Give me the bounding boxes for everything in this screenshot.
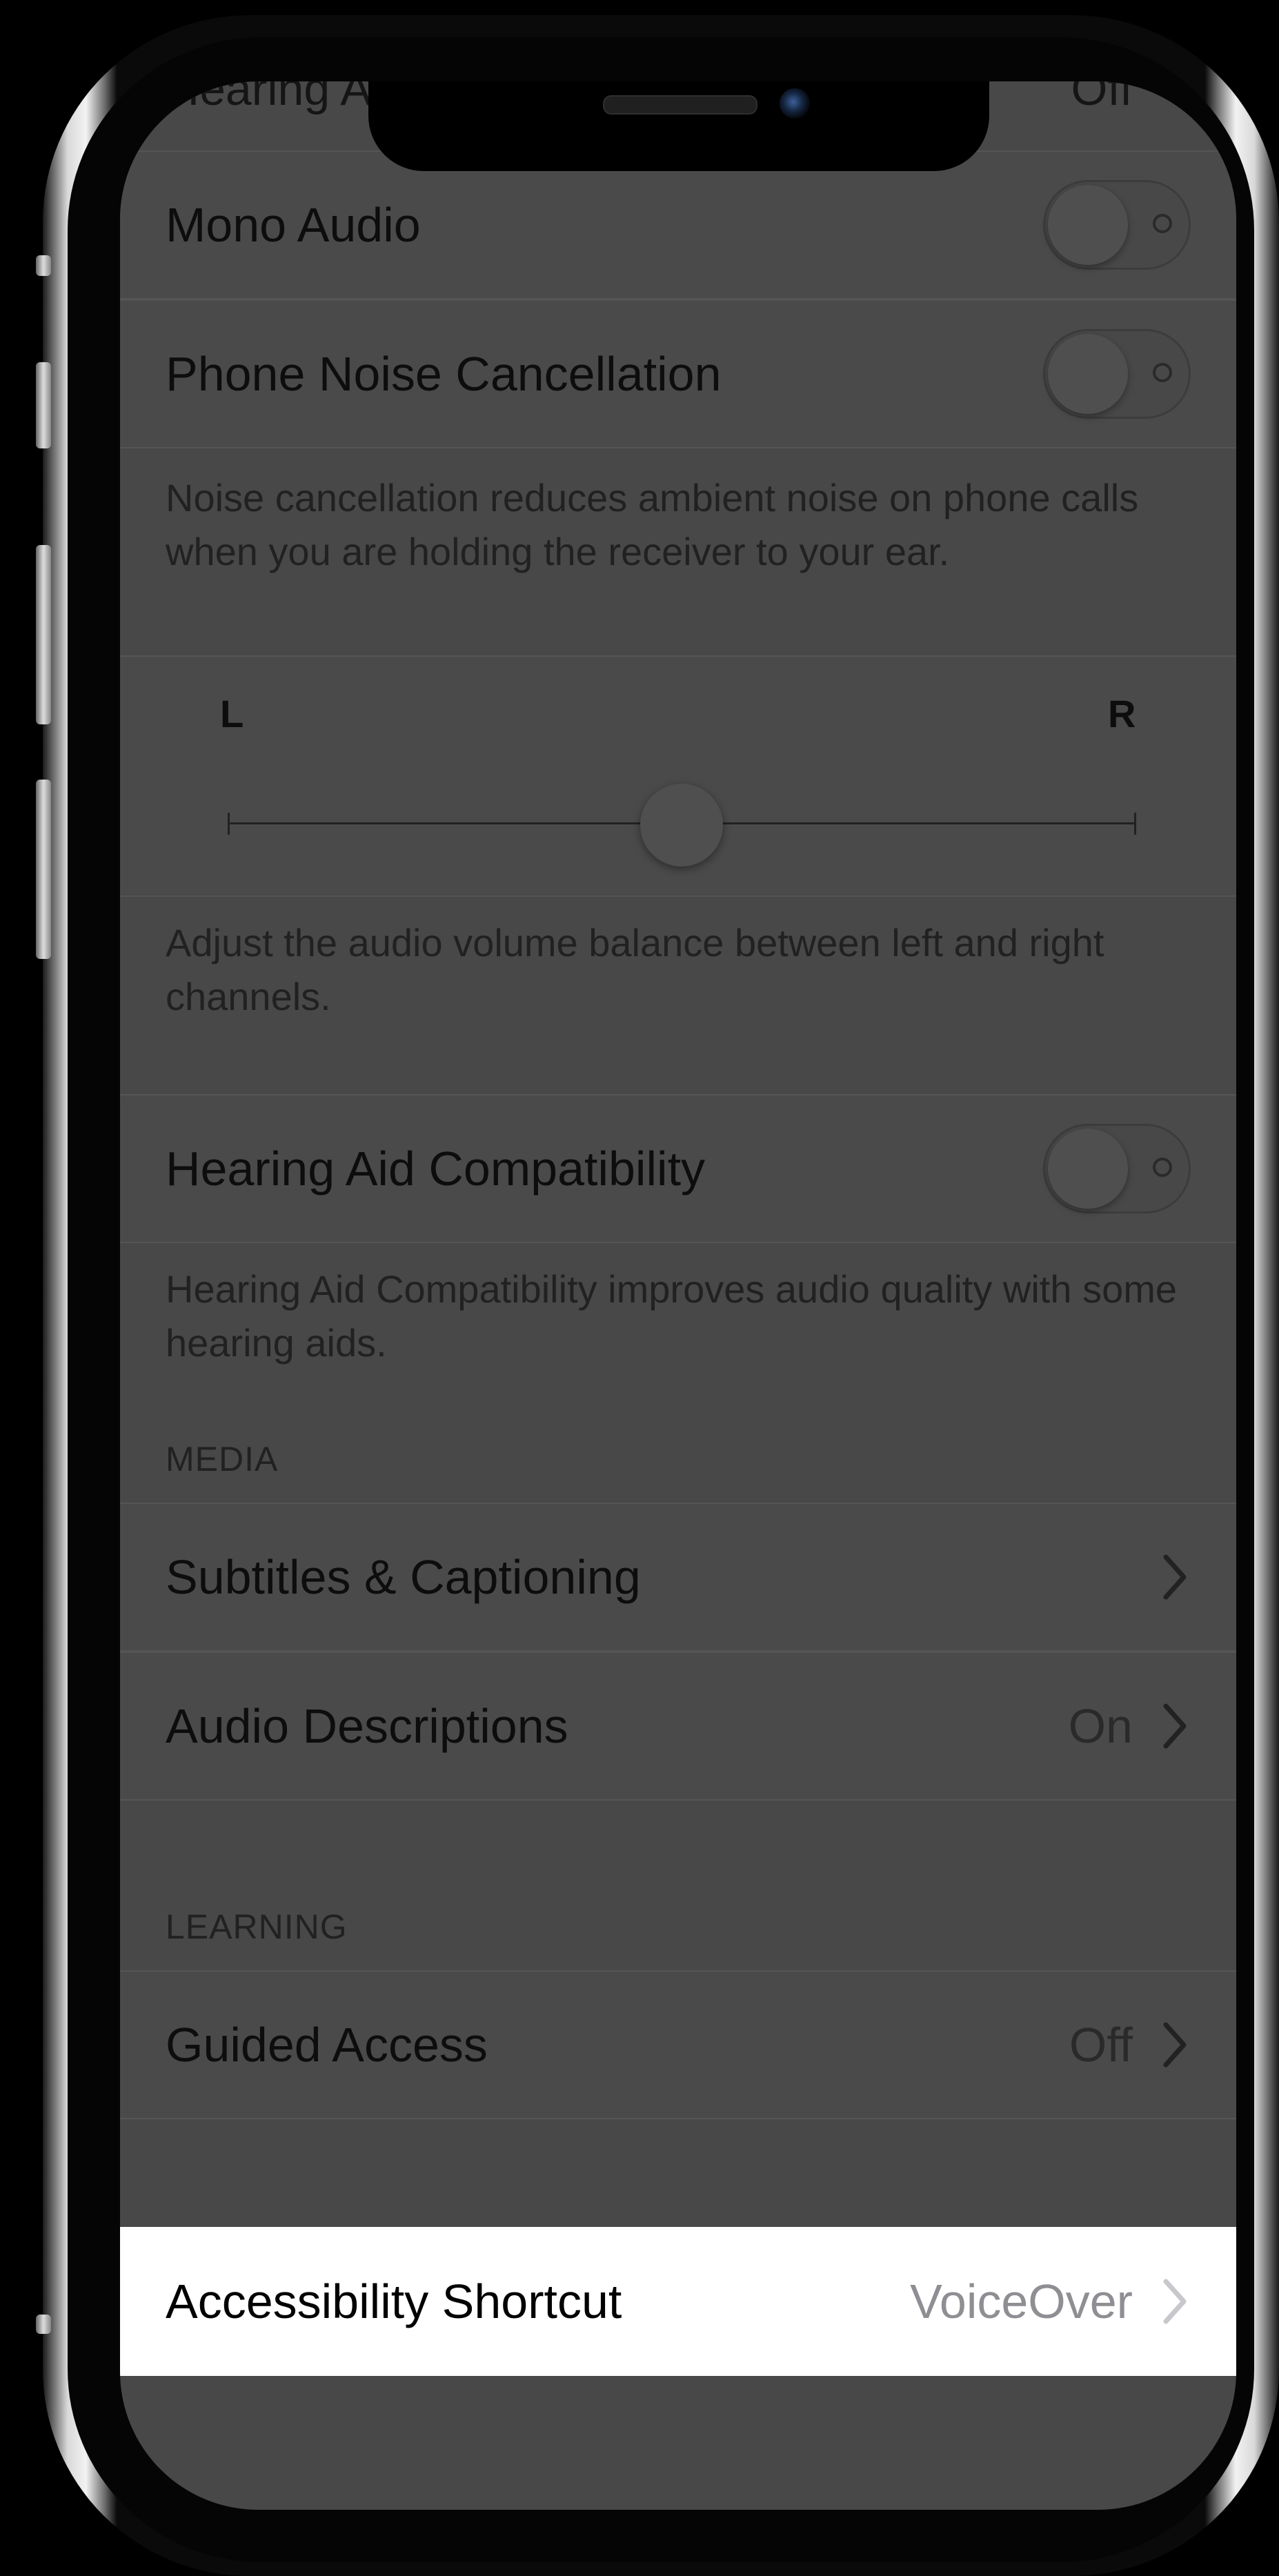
toggle-off-indicator-icon [1153, 214, 1172, 233]
accessibility-shortcut-value: VoiceOver [910, 2275, 1133, 2328]
toggle-knob [1048, 1129, 1128, 1209]
learning-section-header: LEARNING [166, 1908, 348, 1946]
phone-noise-cancellation-label: Phone Noise Cancellation [166, 347, 722, 401]
phone-noise-cancellation-toggle[interactable] [1043, 329, 1191, 419]
balance-right-label: R [1108, 692, 1136, 735]
silent-switch [36, 362, 51, 448]
chevron-right-icon [1163, 1703, 1187, 1749]
mono-audio-row: Mono Audio [120, 150, 1236, 299]
audio-descriptions-label: Audio Descriptions [166, 1699, 568, 1753]
guided-access-label: Guided Access [166, 2018, 488, 2072]
subtitles-captioning-row[interactable]: Subtitles & Captioning [120, 1503, 1236, 1652]
noise-cancellation-footer: Noise cancellation reduces ambient noise… [166, 476, 1139, 573]
side-mark [36, 255, 51, 276]
toggle-off-indicator-icon [1153, 363, 1172, 382]
balance-left-label: L [220, 692, 244, 735]
toggle-off-indicator-icon [1153, 1158, 1172, 1177]
balance-right-tick [1134, 813, 1136, 835]
hearing-aid-compatibility-toggle[interactable] [1043, 1124, 1191, 1213]
hearing-aid-compatibility-footer: Hearing Aid Compatibility improves audio… [166, 1267, 1178, 1365]
notch [368, 81, 989, 171]
accessibility-shortcut-row[interactable]: Accessibility Shortcut VoiceOver [120, 2227, 1236, 2376]
front-camera [780, 88, 810, 119]
phone-noise-cancellation-row: Phone Noise Cancellation [120, 299, 1236, 448]
volume-down-button [36, 780, 51, 959]
chevron-right-icon [1163, 1554, 1187, 1600]
mono-audio-toggle[interactable] [1043, 180, 1191, 270]
speaker-grille [603, 95, 757, 115]
media-section-header: MEDIA [166, 1440, 279, 1478]
screen: Hearing Aids Off Mono Audio Phone Noise … [120, 81, 1236, 2510]
balance-footer: Adjust the audio volume balance between … [166, 921, 1104, 1018]
balance-slider-thumb[interactable] [640, 784, 723, 866]
chevron-right-icon [1163, 2279, 1187, 2324]
guided-access-row[interactable]: Guided Access Off [120, 1970, 1236, 2119]
side-mark-bottom [36, 2315, 51, 2334]
accessibility-shortcut-label: Accessibility Shortcut [166, 2275, 622, 2328]
clipped-row-value: Off [1071, 81, 1133, 115]
subtitles-captioning-label: Subtitles & Captioning [166, 1550, 641, 1604]
balance-left-tick [228, 813, 230, 835]
chevron-right-icon [1163, 2022, 1187, 2068]
audio-balance-cell: L R [120, 655, 1236, 897]
toggle-knob [1048, 185, 1128, 265]
mono-audio-label: Mono Audio [166, 198, 421, 252]
volume-up-button [36, 545, 51, 724]
audio-descriptions-value: On [1068, 1699, 1133, 1753]
guided-access-value: Off [1069, 2018, 1133, 2072]
hearing-aid-compatibility-row: Hearing Aid Compatibility [120, 1094, 1236, 1243]
audio-descriptions-row[interactable]: Audio Descriptions On [120, 1652, 1236, 1801]
toggle-knob [1048, 334, 1128, 414]
hearing-aid-compatibility-label: Hearing Aid Compatibility [166, 1142, 706, 1196]
